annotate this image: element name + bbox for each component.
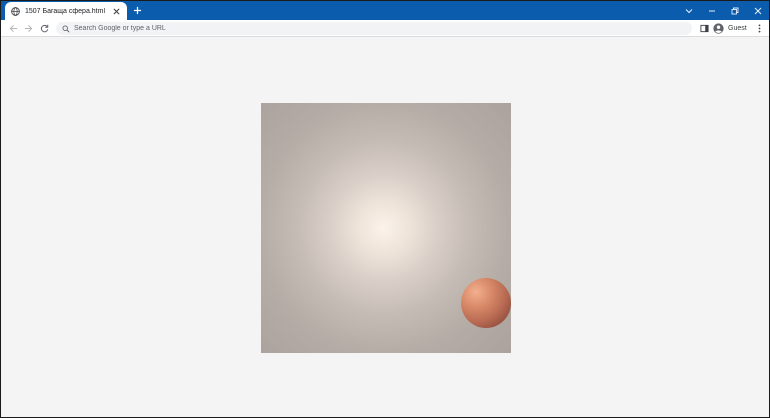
render-canvas	[261, 103, 511, 353]
close-window-button[interactable]	[746, 1, 769, 20]
address-bar[interactable]	[56, 22, 692, 35]
chevron-down-icon	[685, 8, 693, 14]
browser-menu-button[interactable]	[754, 22, 764, 35]
tab-search-button[interactable]	[677, 1, 700, 20]
search-icon	[62, 25, 70, 33]
arrow-left-icon	[9, 20, 18, 38]
browser-window: 1507 Багаща сфера.html Search Google or …	[0, 0, 770, 418]
new-tab-button[interactable]	[131, 4, 144, 17]
minimize-button[interactable]	[700, 1, 723, 20]
profile-button[interactable]: Guest	[713, 22, 747, 35]
page-viewport	[1, 38, 769, 417]
kebab-menu-icon	[758, 20, 761, 38]
rolling-sphere	[461, 278, 511, 328]
side-panel-icon	[700, 20, 709, 38]
minimize-icon	[708, 7, 716, 15]
globe-icon	[11, 6, 20, 16]
arrow-right-icon	[24, 20, 33, 38]
browser-toolbar: Guest	[1, 20, 769, 37]
reload-icon	[40, 20, 49, 38]
forward-button[interactable]	[22, 22, 35, 35]
browser-tab[interactable]: 1507 Багаща сфера.html	[5, 2, 127, 20]
profile-label: Guest	[728, 25, 747, 32]
close-icon	[754, 7, 762, 15]
avatar-icon	[713, 23, 724, 34]
restore-icon	[731, 7, 739, 15]
close-icon[interactable]	[112, 7, 121, 16]
side-panel-button[interactable]	[698, 22, 711, 35]
window-controls	[677, 1, 769, 20]
tab-strip: 1507 Багаща сфера.html	[1, 1, 769, 20]
tab-title: 1507 Багаща сфера.html	[25, 7, 106, 15]
omnibox-input[interactable]	[74, 23, 634, 34]
back-button[interactable]	[7, 22, 20, 35]
restore-button[interactable]	[723, 1, 746, 20]
plus-icon	[133, 5, 142, 17]
reload-button[interactable]	[38, 22, 51, 35]
